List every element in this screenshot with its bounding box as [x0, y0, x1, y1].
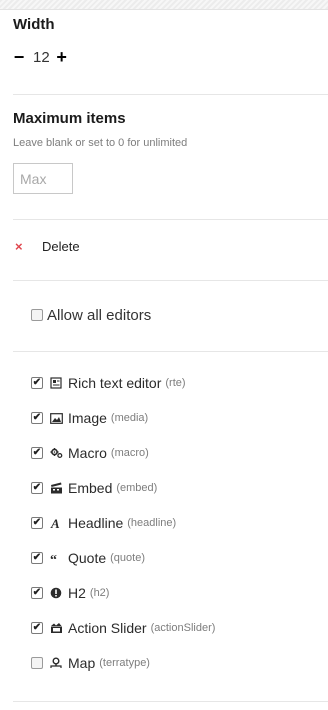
movie-alt-icon — [47, 482, 65, 494]
editor-checkbox[interactable]: ✔ — [31, 377, 43, 389]
allow-all-editors-row[interactable]: Allow all editors — [31, 305, 151, 325]
editor-row[interactable]: ✔ Action Slider (actionSlider) — [31, 618, 215, 638]
editor-checkbox[interactable]: ✔ — [31, 587, 43, 599]
editor-row[interactable]: ✔ H2 (h2) — [31, 583, 109, 603]
editor-name: Map — [68, 655, 96, 671]
divider — [13, 280, 328, 281]
allow-all-editors-label: Allow all editors — [47, 306, 152, 324]
editor-row[interactable]: ✔ Embed (embed) — [31, 478, 157, 498]
editor-alias: (terratype) — [99, 657, 150, 669]
svg-text:A: A — [50, 517, 60, 529]
editor-alias: (media) — [110, 412, 149, 424]
maximum-items-description: Leave blank or set to 0 for unlimited — [13, 137, 188, 149]
editor-name: Quote — [68, 550, 107, 566]
font-icon: A — [47, 517, 65, 529]
width-stepper: − 12 + — [13, 48, 68, 66]
gears-icon — [47, 447, 65, 459]
top-strip — [0, 0, 328, 10]
image-icon — [47, 412, 65, 424]
checkmark-icon: ✔ — [32, 482, 42, 493]
editor-row[interactable]: ✔ Macro (macro) — [31, 443, 149, 463]
editor-name: Image — [68, 410, 107, 426]
width-value: 12 — [33, 48, 50, 66]
close-icon: × — [15, 238, 23, 254]
editor-checkbox[interactable] — [31, 657, 43, 669]
checkmark-icon: ✔ — [32, 412, 42, 423]
editor-row[interactable]: Map (terratype) — [31, 653, 150, 673]
editor-checkbox[interactable]: ✔ — [31, 482, 43, 494]
divider — [13, 351, 328, 352]
delete-button[interactable]: × Delete — [13, 236, 80, 256]
editor-checkbox[interactable]: ✔ — [31, 447, 43, 459]
editor-checkbox[interactable]: ✔ — [31, 517, 43, 529]
editor-checkbox[interactable]: ✔ — [31, 552, 43, 564]
editor-name: H2 — [68, 585, 86, 601]
editor-checkbox[interactable]: ✔ — [31, 412, 43, 424]
map-location-icon — [47, 657, 65, 669]
editor-alias: (headline) — [127, 517, 177, 529]
checkmark-icon: ✔ — [32, 552, 42, 563]
editor-name: Embed — [68, 480, 113, 496]
editor-name: Macro — [68, 445, 107, 461]
info-icon — [47, 587, 65, 599]
editor-alias: (rte) — [165, 377, 186, 389]
maximum-items-label: Maximum items — [13, 110, 126, 127]
editor-alias: (macro) — [110, 447, 149, 459]
editor-row[interactable]: ✔ Image (media) — [31, 408, 148, 428]
max-items-input[interactable] — [13, 163, 73, 194]
editor-alias: (h2) — [89, 587, 110, 599]
divider — [13, 94, 328, 95]
checkmark-icon: ✔ — [32, 377, 42, 388]
divider — [13, 219, 328, 220]
editor-alias: (actionSlider) — [150, 622, 216, 634]
delete-label: Delete — [42, 238, 80, 254]
editor-name: Headline — [68, 515, 124, 531]
editor-name: Rich text editor — [68, 375, 162, 391]
editor-row[interactable]: ✔ A Headline (headline) — [31, 513, 176, 533]
allow-all-editors-checkbox[interactable] — [31, 309, 43, 321]
svg-text:“: “ — [50, 553, 57, 563]
editor-row[interactable]: ✔ “ Quote (quote) — [31, 548, 145, 568]
width-increase-button[interactable]: + — [56, 48, 68, 66]
checkmark-icon: ✔ — [32, 587, 42, 598]
divider — [13, 701, 328, 702]
slideshow-icon — [47, 622, 65, 634]
checkmark-icon: ✔ — [32, 622, 42, 633]
quote-icon: “ — [47, 553, 65, 563]
editor-alias: (embed) — [116, 482, 158, 494]
checkmark-icon: ✔ — [32, 447, 42, 458]
checkmark-icon: ✔ — [32, 517, 42, 528]
editor-name: Action Slider — [68, 620, 147, 636]
width-decrease-button[interactable]: − — [13, 48, 25, 66]
rte-icon — [47, 377, 65, 389]
editor-row[interactable]: ✔ Rich text editor (rte) — [31, 373, 186, 393]
width-label: Width — [13, 16, 55, 33]
editor-checkbox[interactable]: ✔ — [31, 622, 43, 634]
editor-alias: (quote) — [110, 552, 145, 564]
